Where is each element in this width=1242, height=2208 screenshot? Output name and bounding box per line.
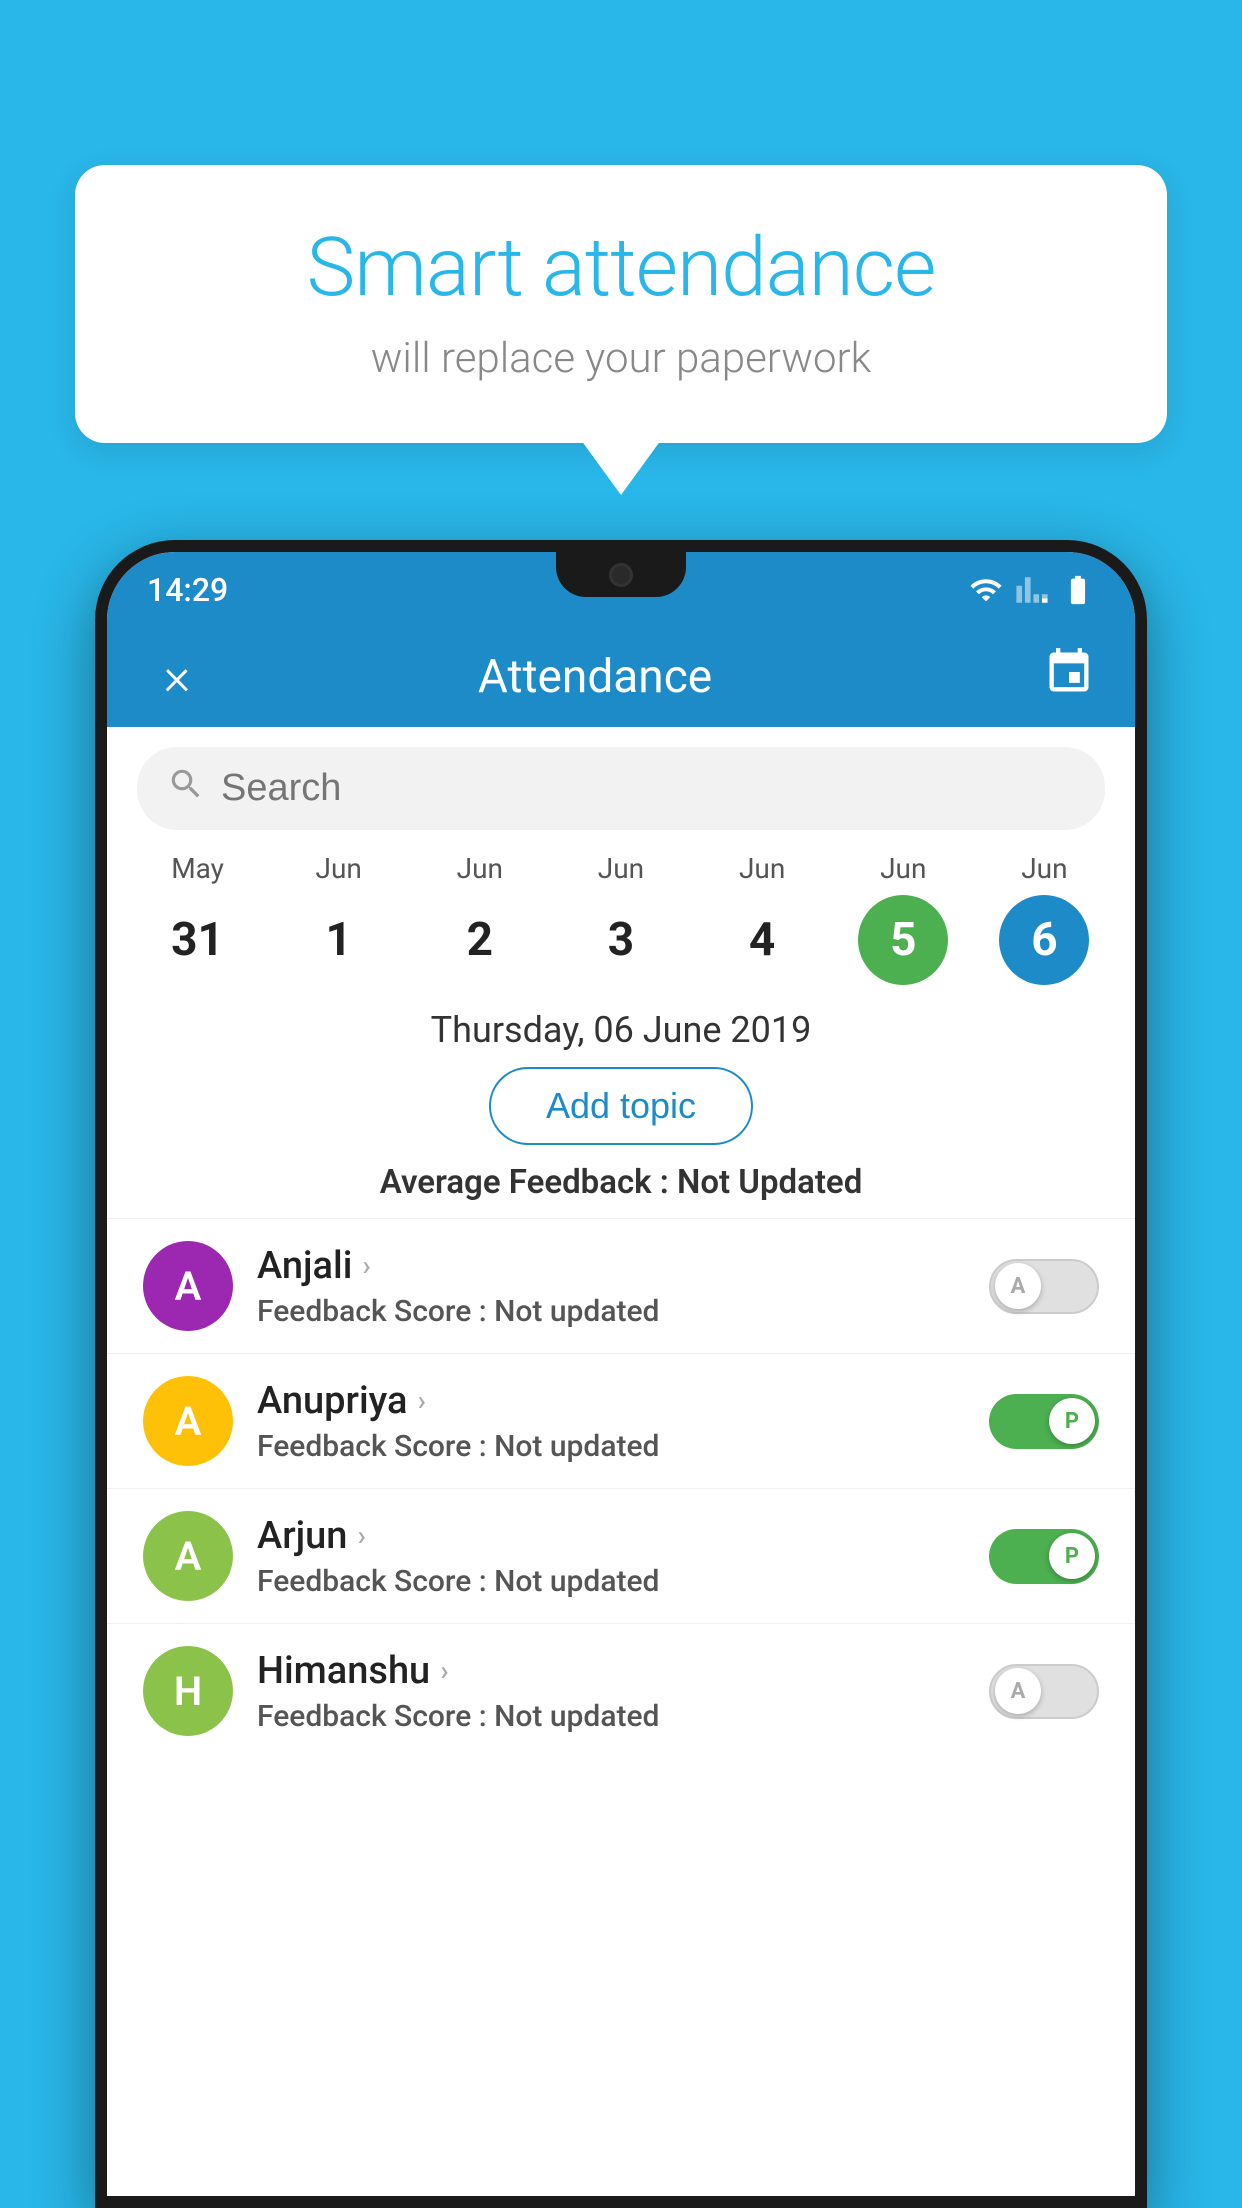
calendar-day[interactable]: Jun 3 (576, 852, 666, 985)
calendar-day[interactable]: Jun 2 (435, 852, 525, 985)
student-name: Arjun › (257, 1514, 965, 1558)
speech-bubble: Smart attendance will replace your paper… (75, 165, 1167, 443)
name-text: Himanshu (257, 1649, 430, 1693)
notch (556, 552, 686, 597)
student-item[interactable]: H Himanshu › Feedback Score : Not updated A (107, 1623, 1135, 1758)
cal-date-label: 31 (153, 895, 243, 985)
cal-month-label: Jun (880, 852, 926, 885)
status-time: 14:29 (147, 571, 228, 609)
search-bar[interactable] (137, 747, 1105, 830)
feedback-label: Feedback Score : (257, 1429, 494, 1464)
wifi-icon (969, 573, 1003, 607)
calendar-day[interactable]: Jun 4 (717, 852, 807, 985)
attendance-toggle[interactable]: A (989, 1664, 1099, 1719)
attendance-toggle[interactable]: P (989, 1394, 1099, 1449)
app-header: × Attendance (107, 627, 1135, 727)
feedback-value: Not updated (494, 1294, 659, 1329)
attendance-toggle[interactable]: P (989, 1529, 1099, 1584)
name-text: Anupriya (257, 1379, 407, 1423)
chevron-icon: › (357, 1519, 365, 1552)
chevron-icon: › (417, 1384, 425, 1417)
phone-inner: 14:29 × Attendance (107, 552, 1135, 2196)
calendar-day[interactable]: Jun 5 (858, 852, 948, 985)
selected-date-label: Thursday, 06 June 2019 (107, 985, 1135, 1059)
calendar-icon (1043, 646, 1095, 698)
cal-month-label: Jun (598, 852, 644, 885)
student-name: Anupriya › (257, 1379, 965, 1423)
avg-feedback-label: Average Feedback : (380, 1163, 677, 1202)
status-bar: 14:29 (107, 552, 1135, 627)
cal-date-label: 3 (576, 895, 666, 985)
add-topic-wrap: Add topic (107, 1059, 1135, 1157)
header-title: Attendance (147, 650, 1043, 704)
cal-date-label: 5 (858, 895, 948, 985)
feedback-value: Not updated (494, 1429, 659, 1464)
cal-month-label: Jun (316, 852, 362, 885)
avg-feedback-value: Not Updated (677, 1163, 862, 1202)
attendance-toggle[interactable]: A (989, 1259, 1099, 1314)
student-info: Anjali › Feedback Score : Not updated (257, 1244, 965, 1329)
toggle-knob: A (995, 1263, 1041, 1309)
feedback-value: Not updated (494, 1564, 659, 1599)
bubble-subtitle: will replace your paperwork (135, 334, 1107, 383)
signal-icon (1015, 573, 1049, 607)
calendar-row: May 31 Jun 1 Jun 2 Jun 3 Jun 4 Jun 5 Jun 6 (107, 842, 1135, 985)
avatar: A (143, 1376, 233, 1466)
avatar: A (143, 1241, 233, 1331)
camera (609, 563, 633, 587)
status-icons (969, 573, 1095, 607)
calendar-day[interactable]: Jun 1 (294, 852, 384, 985)
search-magnify-icon (167, 765, 205, 803)
student-info: Arjun › Feedback Score : Not updated (257, 1514, 965, 1599)
toggle-knob: P (1049, 1533, 1095, 1579)
student-name: Himanshu › (257, 1649, 965, 1693)
feedback-label: Feedback Score : (257, 1564, 494, 1599)
student-name: Anjali › (257, 1244, 965, 1288)
cal-month-label: Jun (739, 852, 785, 885)
name-text: Arjun (257, 1514, 347, 1558)
toggle-knob: P (1049, 1398, 1095, 1444)
feedback-score: Feedback Score : Not updated (257, 1564, 965, 1599)
cal-date-label: 1 (294, 895, 384, 985)
cal-month-label: Jun (1021, 852, 1067, 885)
search-icon (167, 765, 205, 812)
student-item[interactable]: A Anjali › Feedback Score : Not updated A (107, 1218, 1135, 1353)
avatar: A (143, 1511, 233, 1601)
add-topic-button[interactable]: Add topic (489, 1067, 753, 1145)
cal-month-label: Jun (457, 852, 503, 885)
student-item[interactable]: A Arjun › Feedback Score : Not updated P (107, 1488, 1135, 1623)
feedback-label: Feedback Score : (257, 1699, 494, 1734)
student-info: Himanshu › Feedback Score : Not updated (257, 1649, 965, 1734)
cal-month-label: May (171, 852, 224, 885)
calendar-day[interactable]: Jun 6 (999, 852, 1089, 985)
chevron-icon: › (440, 1654, 448, 1687)
toggle-knob: A (995, 1668, 1041, 1714)
phone-frame: 14:29 × Attendance (95, 540, 1147, 2208)
feedback-label: Feedback Score : (257, 1294, 494, 1329)
cal-date-label: 6 (999, 895, 1089, 985)
calendar-button[interactable] (1043, 646, 1095, 708)
bubble-title: Smart attendance (135, 220, 1107, 316)
student-item[interactable]: A Anupriya › Feedback Score : Not updated P (107, 1353, 1135, 1488)
feedback-value: Not updated (494, 1699, 659, 1734)
search-input[interactable] (221, 767, 1075, 810)
chevron-icon: › (362, 1249, 370, 1282)
student-info: Anupriya › Feedback Score : Not updated (257, 1379, 965, 1464)
cal-date-label: 4 (717, 895, 807, 985)
calendar-day[interactable]: May 31 (153, 852, 243, 985)
name-text: Anjali (257, 1244, 352, 1288)
feedback-score: Feedback Score : Not updated (257, 1699, 965, 1734)
avatar: H (143, 1646, 233, 1736)
feedback-score: Feedback Score : Not updated (257, 1294, 965, 1329)
average-feedback: Average Feedback : Not Updated (107, 1157, 1135, 1218)
feedback-score: Feedback Score : Not updated (257, 1429, 965, 1464)
student-list: AAnjali›Feedback Score : Not updatedAAAn… (107, 1218, 1135, 1758)
battery-icon (1061, 573, 1095, 607)
cal-date-label: 2 (435, 895, 525, 985)
